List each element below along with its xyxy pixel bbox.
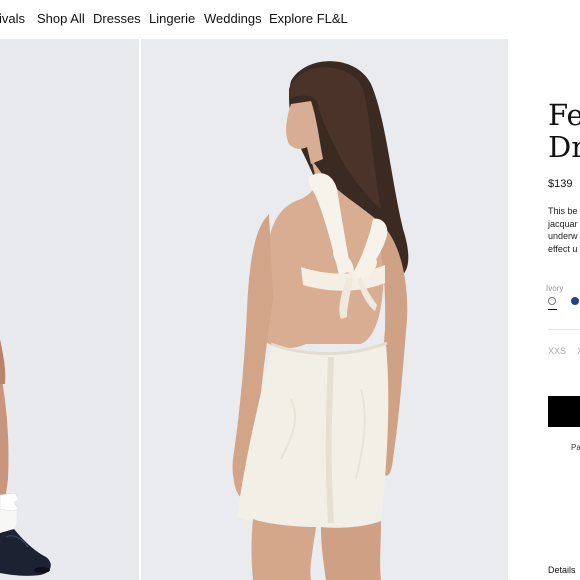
- product-image-back-view[interactable]: [141, 39, 508, 580]
- selected-swatch-indicator: [548, 309, 557, 310]
- color-swatch-navy[interactable]: [571, 297, 579, 305]
- details-accordion-toggle[interactable]: Details: [548, 565, 576, 575]
- payment-note: Pa: [571, 443, 580, 452]
- product-description: This be jacquar underw effect u: [548, 205, 580, 255]
- product-gallery: [0, 39, 508, 580]
- description-line: This be: [548, 206, 578, 216]
- product-info-panel: Fe Dr $139 This be jacquar underw effect…: [508, 39, 580, 580]
- model-illustration: [141, 39, 508, 580]
- section-divider: [548, 329, 580, 330]
- description-line: effect u: [548, 243, 578, 254]
- nav-dresses[interactable]: Dresses: [93, 11, 141, 26]
- nav-lingerie[interactable]: Lingerie: [149, 11, 195, 26]
- size-option-xxs[interactable]: XXS: [548, 346, 566, 356]
- nav-shop-all[interactable]: Shop All: [37, 11, 85, 26]
- nav-weddings[interactable]: Weddings: [204, 11, 262, 26]
- color-swatch-ivory[interactable]: [548, 297, 556, 305]
- add-to-bag-button[interactable]: [548, 396, 580, 427]
- description-line: underw: [548, 231, 578, 241]
- selected-color-label: Ivory: [546, 284, 564, 293]
- product-title-line-2: Dr: [548, 130, 580, 164]
- top-navigation: ivals Shop All Dresses Lingerie Weddings…: [0, 0, 580, 38]
- product-title-line-1: Fe: [548, 98, 580, 132]
- nav-new-arrivals[interactable]: ivals: [0, 11, 25, 26]
- legs-illustration: [0, 39, 139, 580]
- product-price: $139: [548, 178, 573, 190]
- product-image-legs[interactable]: [0, 39, 139, 580]
- product-title: Fe Dr: [548, 99, 580, 163]
- nav-explore[interactable]: Explore FL&L: [269, 11, 348, 26]
- description-line: jacquar: [548, 218, 578, 229]
